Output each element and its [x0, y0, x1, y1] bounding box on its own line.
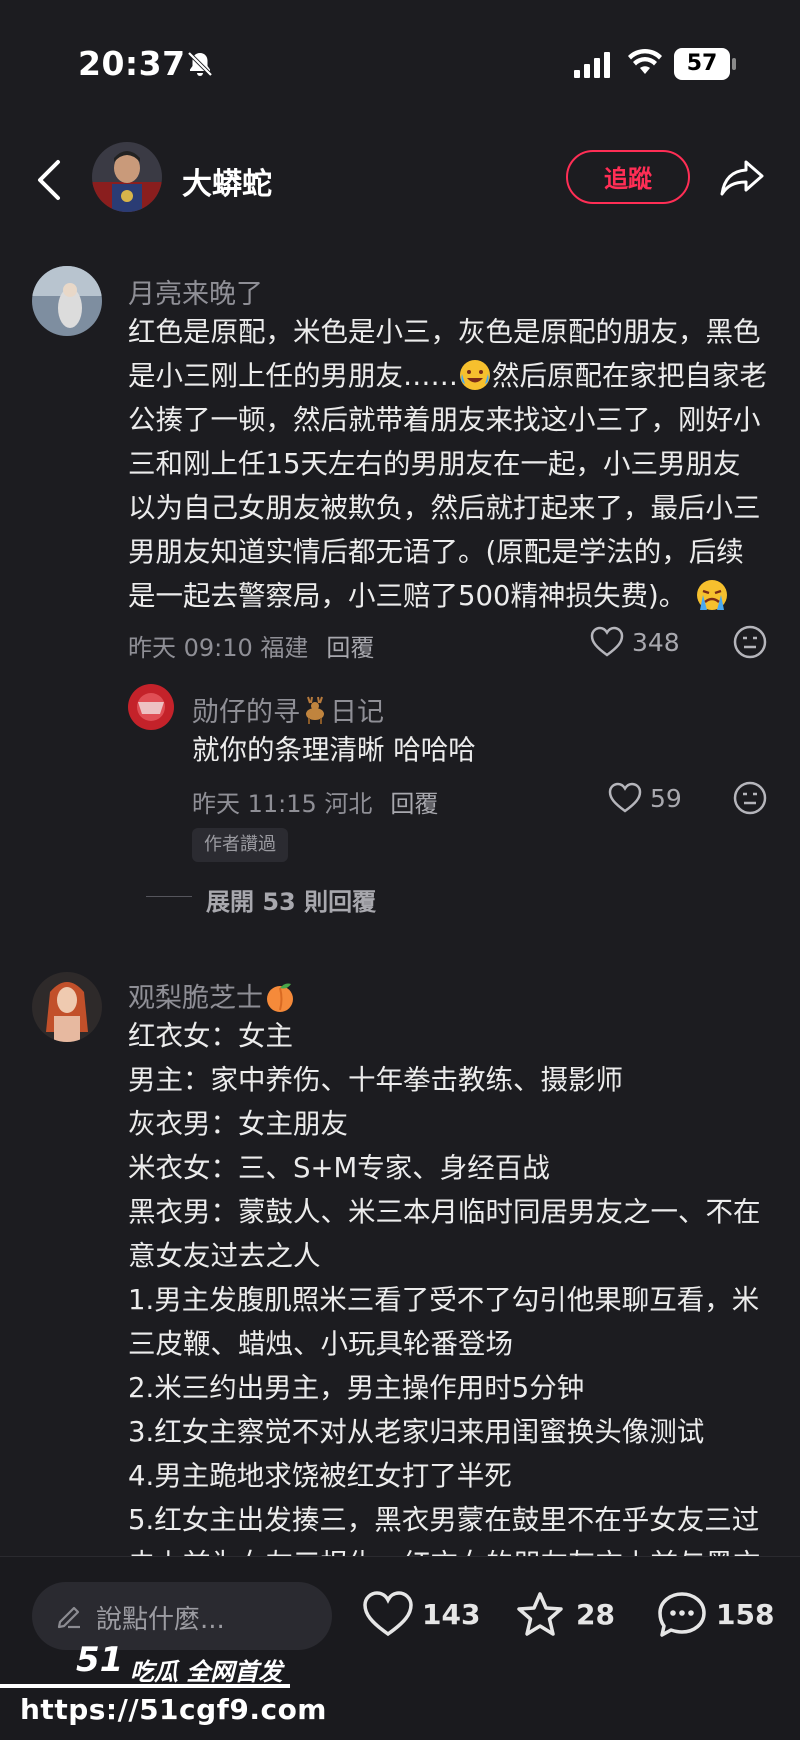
commenter-name[interactable]: 观梨脆芝士: [128, 976, 297, 1015]
favorite-star-icon[interactable]: [514, 1590, 566, 1640]
commenter-avatar[interactable]: [32, 266, 102, 336]
deer-emoji-icon: [300, 695, 330, 725]
like-total: 143: [422, 1598, 481, 1631]
expand-divider: [146, 896, 192, 897]
comment-time-location: 昨天 09:10 福建: [128, 634, 309, 662]
reply-reply-button[interactable]: 回覆: [390, 790, 438, 818]
reply-time-location: 昨天 11:15 河北: [192, 790, 373, 818]
like-count: 348: [632, 628, 680, 657]
comment-text: 红衣女：女主 男主：家中养伤、十年拳击教练、摄影师 灰衣男：女主朋友 米衣女：三…: [128, 1020, 761, 1580]
watermark-underline: [0, 1684, 290, 1688]
status-time: 20:37: [78, 44, 186, 83]
reply-avatar[interactable]: [128, 684, 174, 730]
peach-emoji-icon: [263, 980, 297, 1014]
bell-muted-icon: [187, 51, 213, 77]
reply-username[interactable]: 勋仔的寻 日记: [192, 690, 384, 729]
commenter-avatar[interactable]: [32, 972, 102, 1042]
comment-input-placeholder[interactable]: 說點什麼...: [96, 1599, 225, 1636]
watermark-url: https://51cgf9.com: [20, 1693, 327, 1726]
watermark-brand-text: 吃瓜 全网首发: [130, 1658, 283, 1686]
heart-icon[interactable]: [590, 626, 624, 658]
comment-text: 红色是原配，米色是小三，灰色是原配的朋友，黑色 是小三刚上任的男朋友…… 然后原配…: [128, 316, 767, 612]
author-name[interactable]: 大蟒蛇: [182, 159, 272, 203]
heart-icon[interactable]: [608, 782, 642, 814]
reply-button[interactable]: 回覆: [326, 634, 374, 662]
crying-emoji-icon: [695, 578, 729, 612]
comment-total: 158: [716, 1598, 775, 1631]
signal-icon: [574, 52, 610, 78]
dislike-face-icon[interactable]: [732, 624, 768, 660]
dislike-face-icon[interactable]: [732, 780, 768, 816]
like-heart-icon[interactable]: [362, 1590, 414, 1638]
comment-meta: 昨天 09:10 福建 回覆: [128, 628, 374, 663]
watermark-brand-number: 51: [76, 1640, 124, 1680]
battery-indicator: 57: [674, 48, 736, 80]
follow-button[interactable]: 追蹤: [566, 150, 690, 204]
share-icon[interactable]: [718, 156, 766, 200]
back-arrow-icon[interactable]: [34, 158, 64, 202]
crying-laughing-emoji-icon: [458, 358, 492, 392]
author-avatar[interactable]: [92, 142, 162, 212]
reply-meta: 昨天 11:15 河北 回覆: [192, 784, 438, 819]
reply-like-count: 59: [650, 784, 682, 813]
comment-bubble-icon[interactable]: [656, 1590, 708, 1640]
commenter-name[interactable]: 月亮来晚了: [128, 272, 263, 311]
pencil-icon: [57, 1606, 80, 1629]
wifi-icon: [628, 48, 662, 74]
reply-text: 就你的条理清晰 哈哈哈: [192, 734, 476, 766]
author-liked-badge: 作者讚過: [192, 828, 288, 862]
expand-replies-button[interactable]: 展開 53 則回覆: [206, 882, 376, 917]
favorite-total: 28: [576, 1598, 615, 1631]
